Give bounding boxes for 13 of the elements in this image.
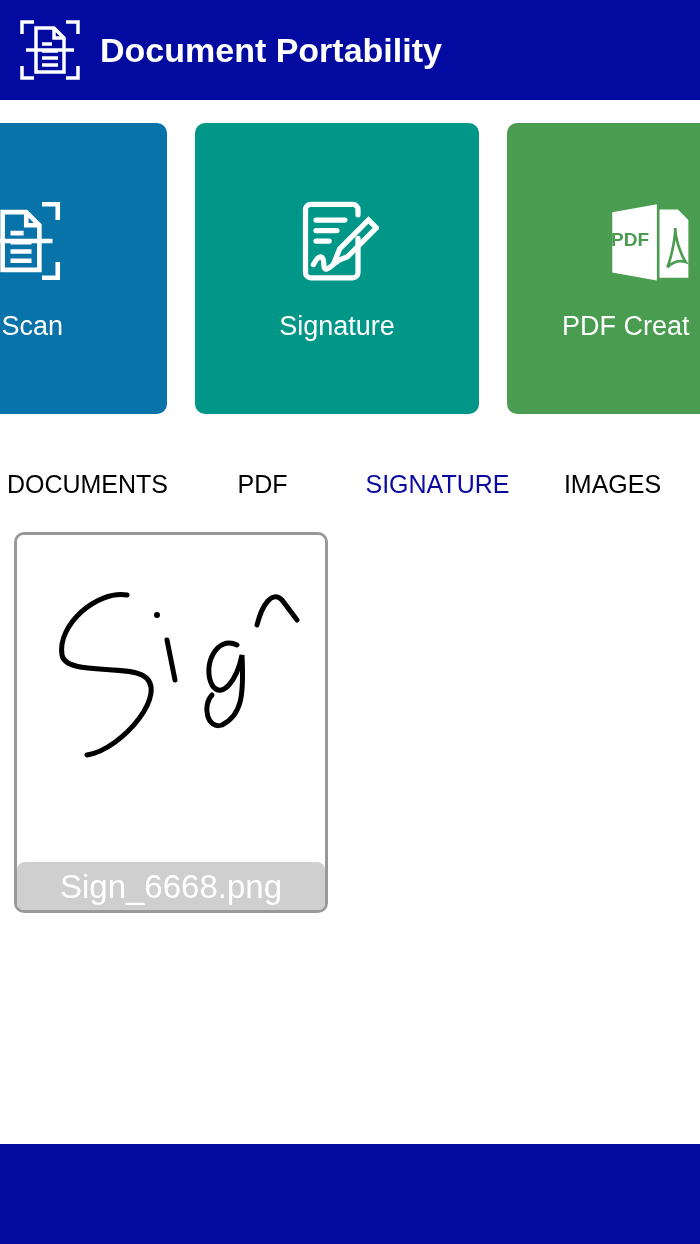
icon-label: PDF: [611, 229, 649, 251]
app-title: Document Portability: [100, 30, 442, 70]
tab[interactable]: PDF: [175, 454, 350, 514]
card-label: Scan: [1, 311, 63, 342]
scan-icon: [18, 18, 82, 82]
feature-card[interactable]: Signature: [195, 123, 479, 414]
card-label: PDF Creat: [562, 311, 690, 342]
card-label: Signature: [279, 311, 395, 342]
tab[interactable]: DOCUMENTS: [0, 454, 175, 514]
feature-card[interactable]: Scan: [0, 123, 167, 414]
tab[interactable]: IMAGES: [525, 454, 700, 514]
tab[interactable]: SIGNATURE: [350, 454, 525, 514]
scan-icon: [0, 199, 63, 283]
